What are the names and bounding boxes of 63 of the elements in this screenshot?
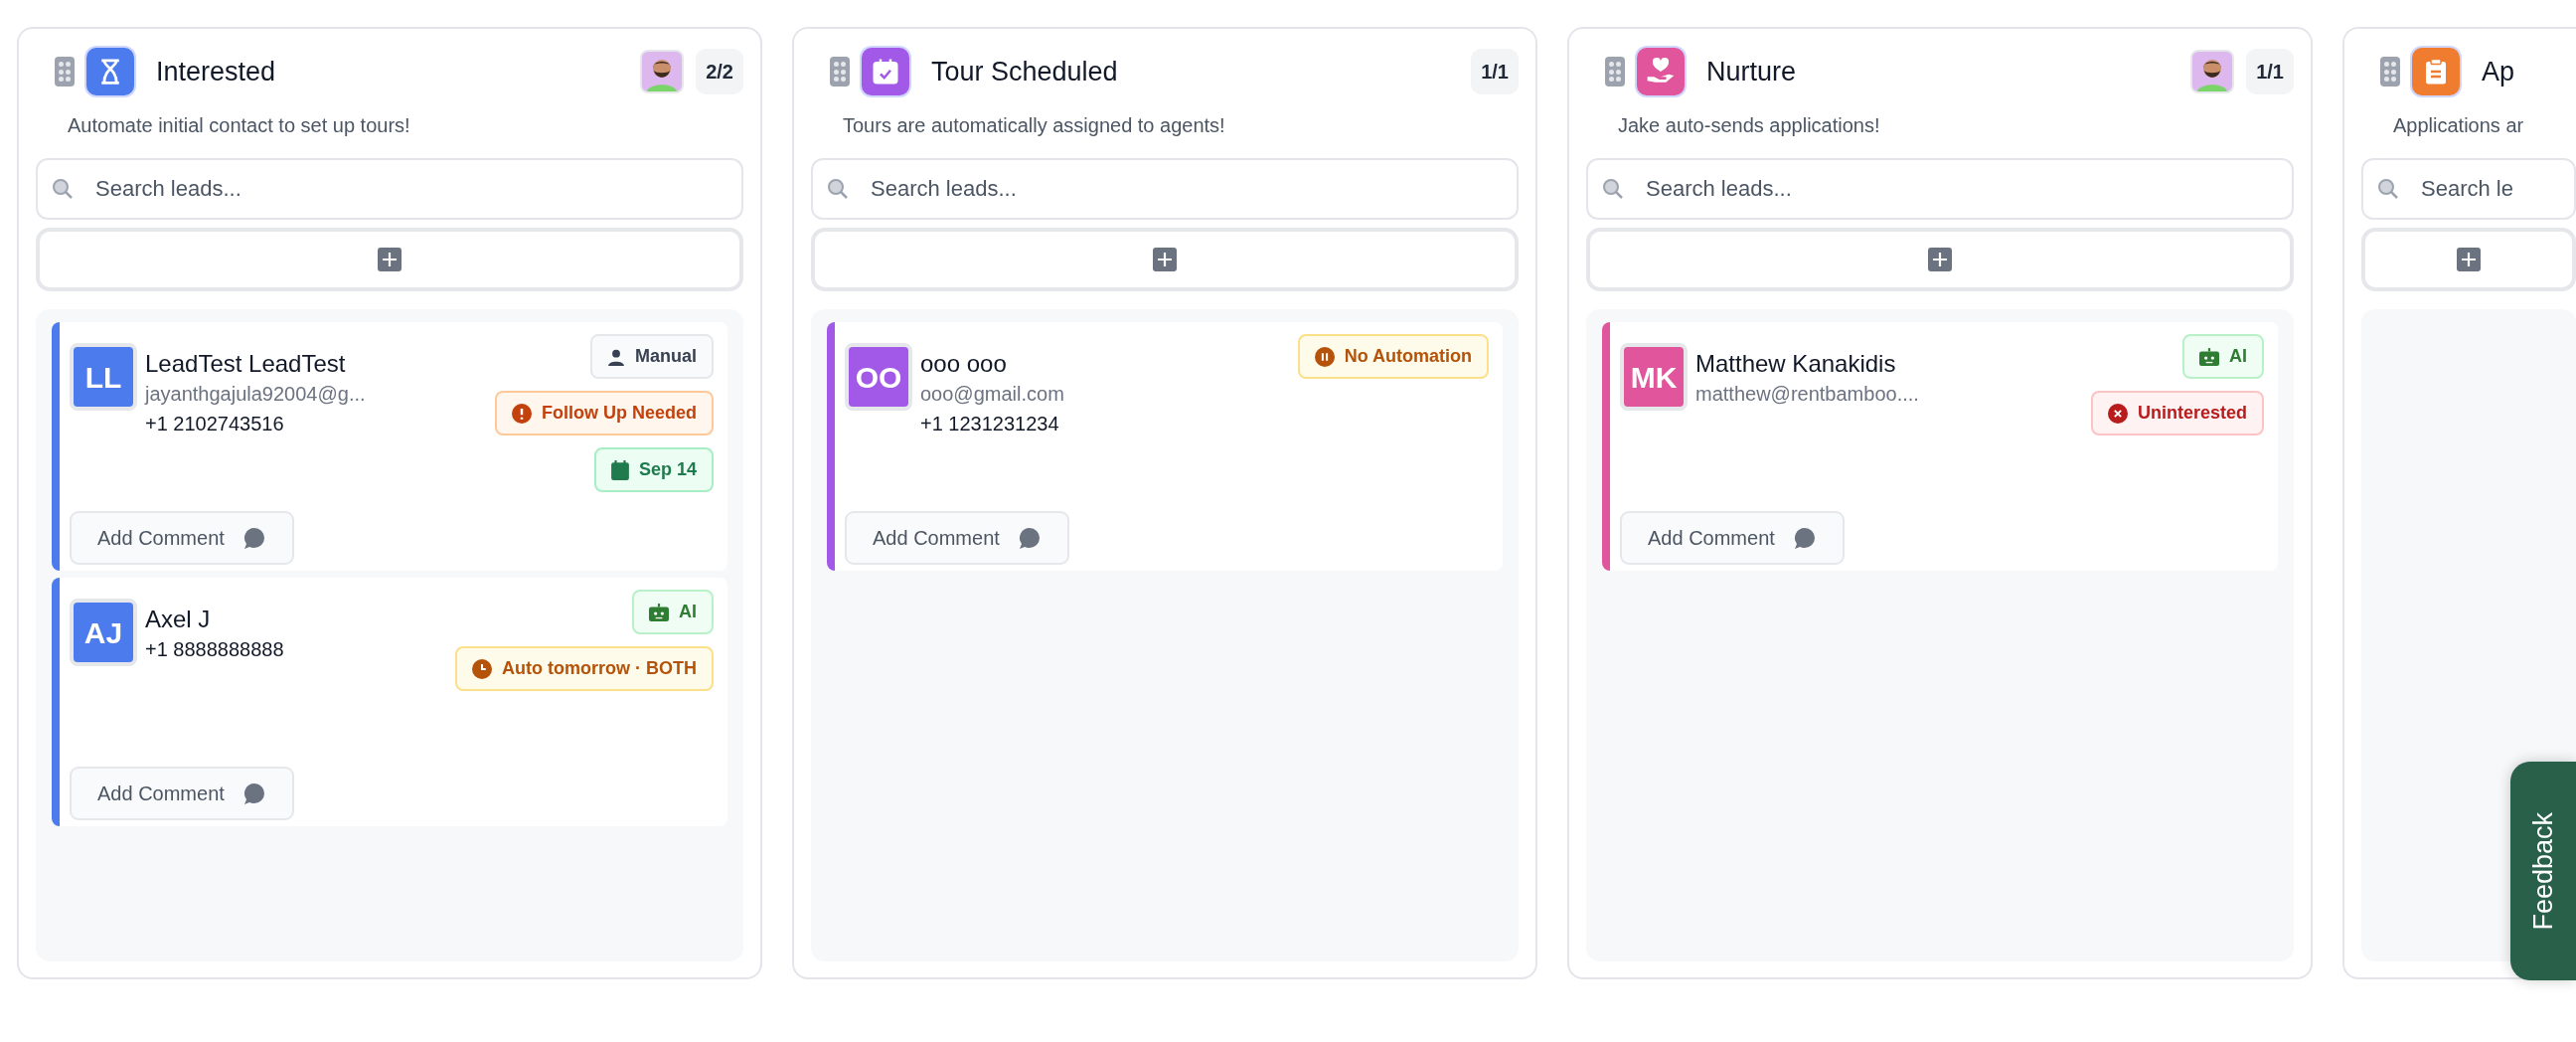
lead-phone: +1 1231231234 bbox=[920, 412, 1060, 437]
tag-label: Uninterested bbox=[2137, 402, 2247, 425]
drag-handle-icon[interactable] bbox=[2380, 57, 2400, 87]
lead-name: Matthew Kanakidis bbox=[1695, 349, 1897, 379]
add-comment-button[interactable]: Add Comment bbox=[1620, 511, 1845, 565]
drag-handle-icon[interactable] bbox=[1605, 57, 1625, 87]
plus-icon bbox=[2457, 248, 2481, 271]
lead-name: LeadTest LeadTest bbox=[145, 349, 347, 379]
lead-count: 1/1 bbox=[2246, 49, 2294, 94]
pause-icon bbox=[1314, 346, 1335, 367]
lead-count: 1/1 bbox=[1471, 49, 1519, 94]
drag-handle-icon[interactable] bbox=[55, 57, 75, 87]
tag-label: AI bbox=[2229, 345, 2247, 368]
speech-bubble-icon bbox=[242, 526, 266, 550]
column-description: Automate initial contact to set up tours! bbox=[68, 113, 411, 138]
column-description: Tours are automatically assigned to agents! bbox=[843, 113, 1226, 138]
lead-phone: +1 8888888888 bbox=[145, 637, 284, 663]
tag-label: No Automation bbox=[1344, 345, 1472, 368]
column-title: Nurture bbox=[1706, 55, 1797, 88]
x-circle-icon bbox=[2107, 403, 2128, 424]
calendar-icon bbox=[610, 459, 629, 480]
lead-count: 2/2 bbox=[696, 49, 743, 94]
lead-avatar: MK bbox=[1620, 343, 1688, 411]
robot-icon bbox=[649, 603, 669, 621]
plus-icon bbox=[1928, 248, 1952, 271]
speech-bubble-icon bbox=[242, 782, 266, 805]
lead-email: ooo@gmail.com bbox=[920, 382, 1064, 408]
feedback-tab[interactable]: Feedback bbox=[2510, 762, 2576, 980]
search-field[interactable]: Search leads... bbox=[36, 158, 743, 220]
speech-bubble-icon bbox=[1792, 526, 1817, 550]
speech-bubble-icon bbox=[1017, 526, 1042, 550]
drag-handle-icon[interactable] bbox=[830, 57, 850, 87]
tag-label: Auto tomorrow · BOTH bbox=[502, 657, 697, 680]
lead-avatar: AJ bbox=[70, 599, 137, 666]
column-title: Ap bbox=[2482, 55, 2515, 88]
lead-name: ooo ooo bbox=[920, 349, 1008, 379]
lead-avatar: OO bbox=[845, 343, 912, 411]
clock-icon bbox=[472, 658, 492, 679]
lead-email: jayanthgajula92004@g... bbox=[145, 382, 366, 408]
person-icon bbox=[607, 347, 625, 366]
column-description: Jake auto-sends applications! bbox=[1618, 113, 1881, 138]
plus-icon bbox=[1153, 248, 1177, 271]
column-description: Applications ar bbox=[2393, 113, 2525, 138]
search-field[interactable]: Search le bbox=[2361, 158, 2576, 220]
tag-label: Manual bbox=[635, 345, 697, 368]
tag-label: AI bbox=[679, 601, 697, 623]
column-title: Tour Scheduled bbox=[931, 55, 1118, 88]
search-field[interactable]: Search leads... bbox=[1586, 158, 2294, 220]
column-title: Interested bbox=[156, 55, 276, 88]
lead-email: matthew@rentbamboo.... bbox=[1695, 382, 1919, 408]
tag-label: Sep 14 bbox=[638, 458, 697, 481]
search-field[interactable]: Search leads... bbox=[811, 158, 1519, 220]
lead-avatar: LL bbox=[70, 343, 137, 411]
exclamation-icon bbox=[512, 403, 532, 424]
add-comment-button[interactable]: Add Comment bbox=[70, 767, 294, 820]
lead-name: Axel J bbox=[145, 605, 212, 634]
robot-icon bbox=[2199, 347, 2219, 366]
add-comment-button[interactable]: Add Comment bbox=[845, 511, 1069, 565]
tag-label: Follow Up Needed bbox=[542, 402, 697, 425]
add-comment-button[interactable]: Add Comment bbox=[70, 511, 294, 565]
plus-icon bbox=[378, 248, 402, 271]
lead-phone: +1 2102743516 bbox=[145, 412, 285, 437]
add-lead-button[interactable] bbox=[2361, 228, 2576, 291]
